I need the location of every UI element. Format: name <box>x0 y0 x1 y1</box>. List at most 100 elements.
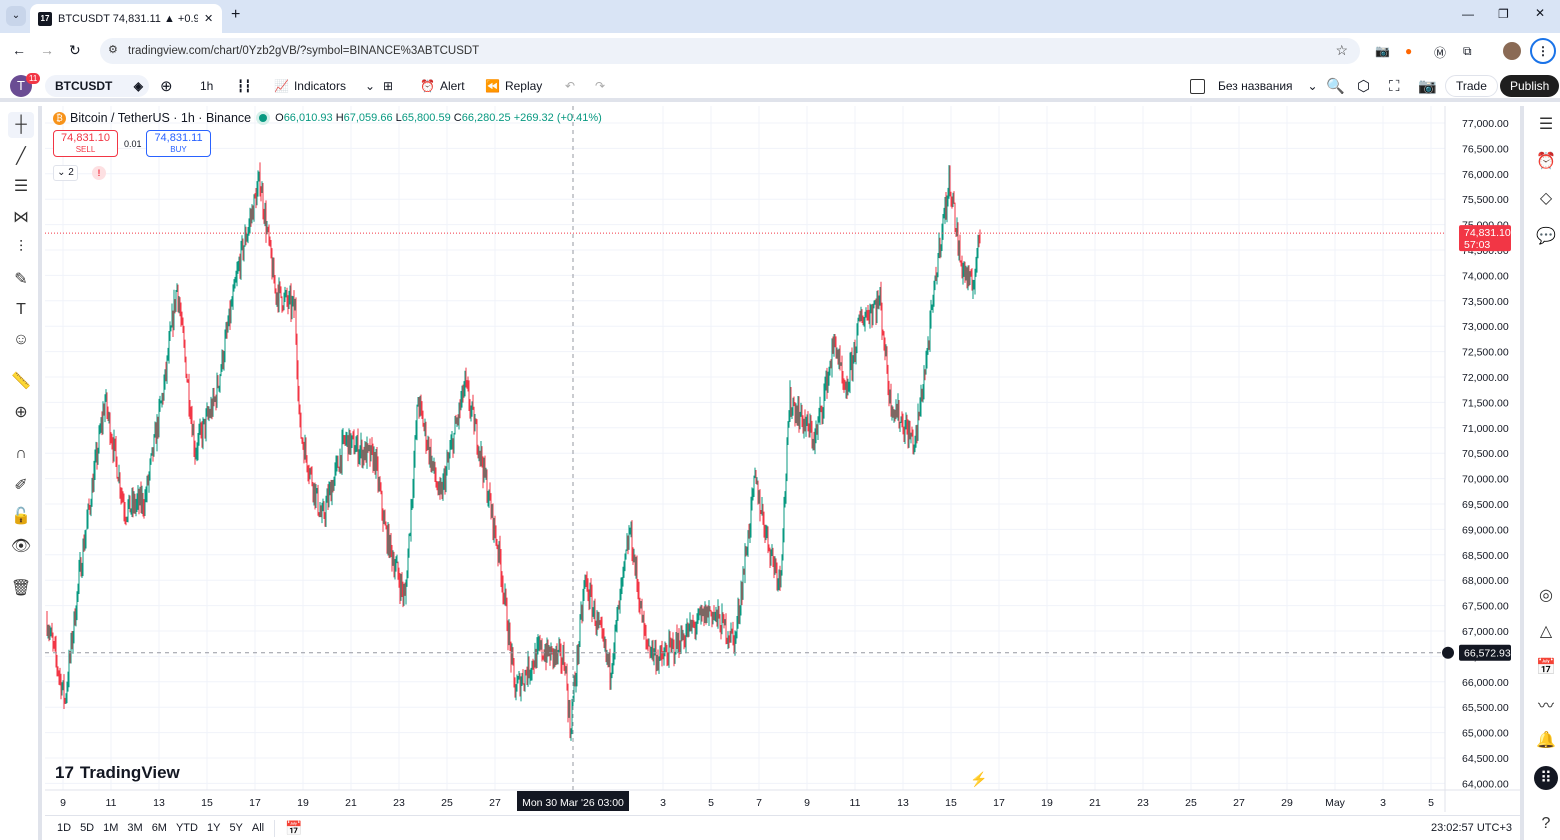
bookmark-star-icon[interactable]: ☆ <box>1335 42 1348 59</box>
symbol-title[interactable]: Bitcoin / TetherUS · 1h · Binance <box>70 111 251 125</box>
layers-icon[interactable]: ◇ <box>1534 186 1558 210</box>
clock-timezone[interactable]: 23:02:57 UTC+3 <box>1431 822 1512 834</box>
range-5d[interactable]: 5D <box>80 822 94 834</box>
alarm-clock-icon[interactable]: ⏰ <box>1534 149 1558 173</box>
spread-value: 0.01 <box>124 139 142 149</box>
camera-snapshot-icon[interactable]: 📷 <box>1418 70 1437 102</box>
warning-icon[interactable]: ! <box>92 166 106 180</box>
time-axis-label: 23 <box>1137 797 1149 809</box>
time-axis-label: 15 <box>945 797 957 809</box>
templates-grid-icon[interactable]: ⊞ <box>383 70 393 102</box>
trade-button[interactable]: Trade <box>1445 75 1498 97</box>
redo-icon[interactable]: ↷ <box>595 70 605 102</box>
compare-add-icon[interactable]: ⊕ <box>160 70 173 102</box>
range-ytd[interactable]: YTD <box>176 822 198 834</box>
price-axis-label: 71,500.00 <box>1462 397 1509 409</box>
indicators-collapse-button[interactable]: ⌄ 2 <box>53 165 78 181</box>
symbol-search[interactable]: BTCUSDT ◈ <box>45 75 149 97</box>
calendar-icon[interactable]: 📅 <box>1534 655 1558 679</box>
alert-button[interactable]: ⏰ Alert <box>420 70 465 102</box>
forecast-tool-icon[interactable]: ⫶ <box>8 235 34 261</box>
stream-icon[interactable]: 〰 <box>1534 692 1558 716</box>
goto-date-icon[interactable]: 📅 <box>274 819 303 837</box>
site-settings-icon[interactable]: ⚙ <box>108 43 118 56</box>
settings-hexagon-icon[interactable]: ⬡ <box>1357 70 1370 102</box>
fib-retracement-tool-icon[interactable]: ☰ <box>8 173 34 199</box>
time-axis-label: 11 <box>106 797 117 809</box>
lock-icon[interactable]: 🔓 <box>8 503 34 529</box>
ideas-icon[interactable]: △ <box>1534 619 1558 643</box>
tradingview-logo[interactable]: 17 TradingView <box>55 763 180 783</box>
close-tab-icon[interactable]: ✕ <box>204 12 213 25</box>
time-axis-label: 21 <box>1089 797 1101 809</box>
chart-legend: ₿ Bitcoin / TetherUS · 1h · Binance O66,… <box>53 111 602 125</box>
crosshair-tool-icon[interactable]: ┼ <box>8 112 34 138</box>
extension-icon[interactable]: ● <box>1405 44 1412 58</box>
range-all[interactable]: All <box>252 822 264 834</box>
pattern-tool-icon[interactable]: ⋈ <box>8 204 34 230</box>
price-chart[interactable]: 64,000.00 64,500.00 65,000.00 65,500.00 66,0… <box>45 106 1520 812</box>
eye-visibility-icon[interactable]: 👁 <box>8 533 34 559</box>
back-icon[interactable]: ← <box>12 42 26 58</box>
time-axis-label: 3 <box>1380 797 1386 809</box>
time-axis-label: 17 <box>249 797 261 809</box>
crosshair-price: 66,572.93 <box>1464 648 1511 660</box>
time-axis-label: 9 <box>60 797 66 809</box>
chevron-down-icon[interactable]: ⌄ <box>365 79 375 93</box>
url-field[interactable]: ⚙ tradingview.com/chart/0Yzb2gVB/?symbol=… <box>100 38 1360 64</box>
chat-icon[interactable]: 💬 <box>1534 224 1558 248</box>
reload-icon[interactable]: ↻ <box>69 42 81 59</box>
target-icon[interactable]: ◎ <box>1534 583 1558 607</box>
watchlist-icon[interactable]: ☰ <box>1534 112 1558 136</box>
screenshot-extension-icon[interactable]: 📷 <box>1375 44 1390 58</box>
brush-tool-icon[interactable]: ✎ <box>8 266 34 292</box>
interval-button[interactable]: 1h <box>200 70 213 102</box>
lightning-icon[interactable]: ⚡ <box>970 771 987 788</box>
magnet-icon[interactable]: ∩ <box>8 441 34 467</box>
layout-name-button[interactable]: Без названия ⌄ <box>1190 70 1318 102</box>
trash-icon[interactable]: 🗑 <box>8 575 34 601</box>
replay-button[interactable]: ⏪ Replay <box>485 70 542 102</box>
change-value: +269.32 (+0.41%) <box>513 112 602 124</box>
zoom-in-icon[interactable]: ⊕ <box>8 399 34 425</box>
time-axis-label: 21 <box>345 797 357 809</box>
undo-icon[interactable]: ↶ <box>565 70 575 102</box>
lock-drawing-icon[interactable]: ✐ <box>8 472 34 498</box>
browser-menu-button[interactable]: ⋮ <box>1530 38 1556 64</box>
fullscreen-icon[interactable]: ⛶ <box>1389 70 1400 102</box>
restore-button[interactable]: ❐ <box>1498 7 1509 21</box>
minimize-button[interactable]: — <box>1462 7 1474 21</box>
range-1m[interactable]: 1M <box>103 822 118 834</box>
close-window-button[interactable]: ✕ <box>1535 6 1545 20</box>
notifications-bell-icon[interactable]: 🔔 <box>1534 728 1558 752</box>
range-6m[interactable]: 6M <box>152 822 167 834</box>
range-3m[interactable]: 3M <box>127 822 142 834</box>
extensions-puzzle-icon[interactable]: ⧉ <box>1463 44 1472 59</box>
quick-search-icon[interactable]: 🔍 <box>1326 70 1345 102</box>
forward-icon[interactable]: → <box>40 42 54 58</box>
time-axis-label: 7 <box>756 797 762 809</box>
emoji-tool-icon[interactable]: ☺ <box>8 327 34 353</box>
range-5y[interactable]: 5Y <box>229 822 242 834</box>
buy-button[interactable]: 74,831.11 BUY <box>146 130 211 157</box>
help-icon[interactable]: ? <box>1534 812 1558 836</box>
price-axis-label: 76,500.00 <box>1462 143 1509 155</box>
symbol-info-icon[interactable]: ◈ <box>134 79 143 93</box>
trend-line-tool-icon[interactable]: ╱ <box>8 143 34 169</box>
browser-tab[interactable]: 17 BTCUSDT 74,831.11 ▲ +0.94% B ✕ <box>30 4 222 33</box>
publish-button[interactable]: Publish <box>1500 75 1560 97</box>
tab-search-button[interactable]: ⌄ <box>6 6 26 26</box>
candles-chart-type-icon[interactable]: ┇┇ <box>237 70 251 102</box>
new-tab-button[interactable]: + <box>231 6 240 24</box>
range-1y[interactable]: 1Y <box>207 822 220 834</box>
indicators-button[interactable]: 📈 Indicators ⌄ <box>274 70 375 102</box>
apps-grid-icon[interactable]: ⠿ <box>1534 766 1558 790</box>
text-tool-icon[interactable]: T <box>8 297 34 323</box>
extension-m-icon[interactable]: Ⓜ <box>1434 44 1446 61</box>
range-1d[interactable]: 1D <box>57 822 71 834</box>
sell-button[interactable]: 74,831.10 SELL <box>53 130 118 157</box>
profile-avatar[interactable] <box>1503 42 1521 60</box>
alert-label: Alert <box>439 79 465 93</box>
price-axis-label: 76,000.00 <box>1462 169 1509 181</box>
ruler-icon[interactable]: 📏 <box>8 368 34 394</box>
